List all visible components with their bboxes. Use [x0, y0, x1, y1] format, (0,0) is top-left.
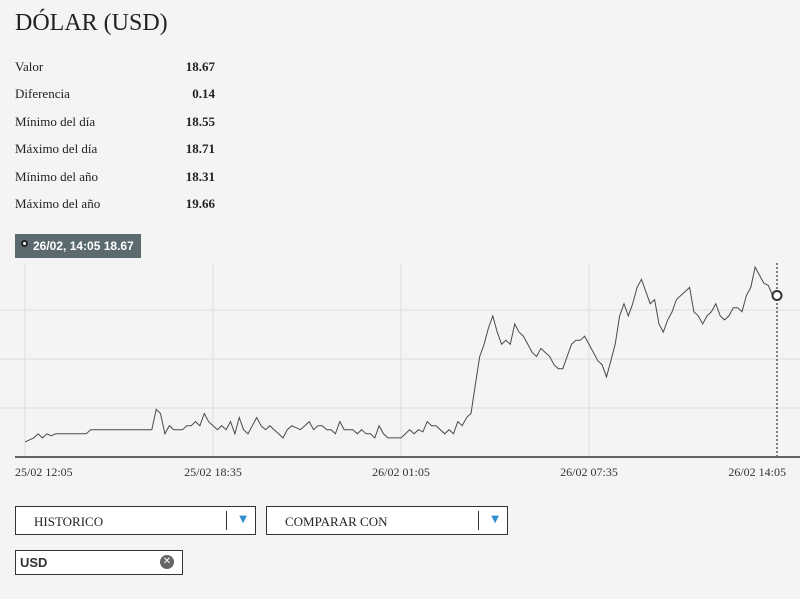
page-title: DÓLAR (USD): [15, 10, 168, 36]
select-divider: [478, 511, 479, 530]
stat-value: 18.71: [185, 141, 215, 157]
x-tick-label: 26/02 07:35: [560, 465, 618, 479]
tooltip-text: 26/02, 14:05 18.67: [33, 239, 134, 253]
stat-value: 18.67: [185, 58, 215, 74]
stat-row-maximo-ano: Máximo del año 19.66: [15, 191, 215, 219]
stat-row-diferencia: Diferencia 0.14: [15, 81, 215, 109]
stat-label: Valor: [15, 58, 44, 74]
tag-label: USD: [20, 555, 48, 570]
stat-value: 0.14: [192, 86, 215, 102]
historico-select[interactable]: HISTORICO ▼: [15, 506, 256, 535]
stat-row-minimo-ano: Mínimo del año 18.31: [15, 163, 215, 191]
stat-value: 18.31: [185, 168, 215, 184]
chevron-down-icon[interactable]: ▼: [491, 514, 499, 525]
chart-tooltip: 26/02, 14:05 18.67: [15, 234, 141, 258]
x-tick-label: 26/02 01:05: [372, 465, 430, 479]
stat-label: Mínimo del día: [15, 113, 96, 129]
stat-row-valor: Valor 18.67: [15, 53, 215, 81]
stat-label: Máximo del año: [15, 196, 101, 212]
usd-tag: USD ✕: [15, 550, 183, 575]
chevron-down-icon[interactable]: ▼: [239, 514, 247, 525]
stat-label: Máximo del día: [15, 141, 98, 157]
comparar-select[interactable]: COMPARAR CON ▼: [266, 506, 508, 535]
stat-label: Diferencia: [15, 86, 70, 102]
x-tick-label: 25/02 18:35: [184, 465, 242, 479]
select-divider: [226, 511, 227, 530]
stat-row-minimo-dia: Mínimo del día 18.55: [15, 108, 215, 136]
price-chart[interactable]: 25/02 12:05 25/02 18:35 26/02 01:05 26/02 0…: [0, 258, 800, 483]
stat-label: Mínimo del año: [15, 168, 99, 184]
close-icon[interactable]: ✕: [160, 555, 174, 569]
stats-table: Valor 18.67 Diferencia 0.14 Mínimo del d…: [15, 53, 215, 218]
x-tick-label: 26/02 14:05: [728, 465, 786, 479]
stat-value: 18.55: [185, 113, 215, 129]
last-point-marker: [771, 290, 783, 302]
marker-icon: [21, 239, 28, 247]
historico-label: HISTORICO: [34, 514, 104, 529]
comparar-label: COMPARAR CON: [285, 514, 388, 529]
stat-row-maximo-dia: Máximo del día 18.71: [15, 136, 215, 164]
x-tick-label: 25/02 12:05: [15, 465, 73, 479]
stat-value: 19.66: [185, 196, 215, 212]
